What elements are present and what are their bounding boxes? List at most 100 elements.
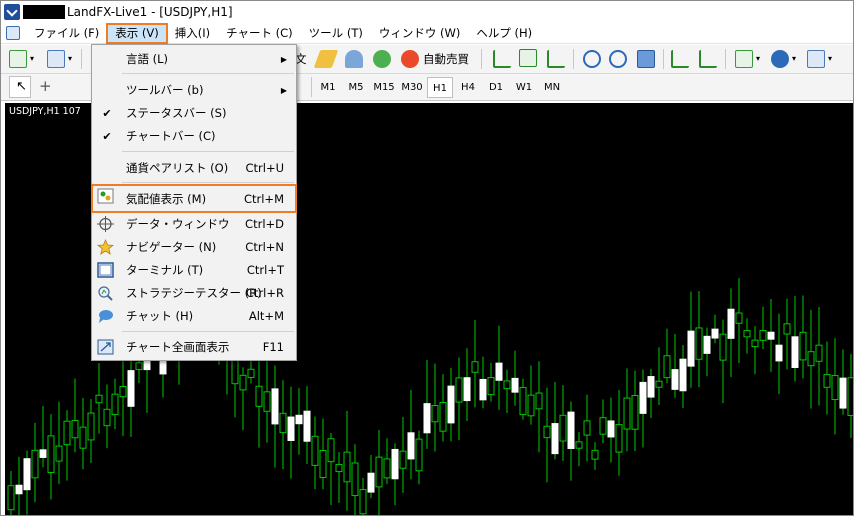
timeframe-w1-button[interactable]: W1: [511, 77, 537, 98]
candle-body: [471, 361, 479, 373]
signals-icon[interactable]: [373, 50, 391, 68]
fullscreen-icon: [97, 339, 114, 355]
candle-body: [295, 414, 303, 425]
menu-tools[interactable]: ツール (T): [301, 24, 371, 43]
chart-shift-icon[interactable]: [699, 50, 717, 68]
document-menu-icon[interactable]: [6, 26, 20, 40]
candle-body: [567, 411, 575, 449]
indicators-icon[interactable]: [735, 50, 753, 68]
candle-body: [703, 335, 711, 354]
new-chart-icon[interactable]: [9, 50, 27, 68]
menu-item-shortcut: Ctrl+U: [245, 161, 284, 175]
candle-body: [463, 377, 471, 402]
timeframe-m1-button[interactable]: M1: [315, 77, 341, 98]
menu-file[interactable]: ファイル (F): [26, 24, 107, 43]
auto-scroll-icon[interactable]: [671, 50, 689, 68]
menu-item-fullscreen[interactable]: チャート全画面表示 F11: [92, 336, 296, 358]
timeframe-mn-button[interactable]: MN: [539, 77, 565, 98]
dropdown-arrow-icon[interactable]: ▾: [30, 50, 34, 68]
line-chart-icon[interactable]: [547, 50, 565, 68]
app-logo-icon: [4, 4, 20, 20]
menu-item-toolbars[interactable]: ツールバー (b) ▶: [92, 79, 296, 101]
candle-body: [343, 451, 351, 483]
candle-body: [455, 377, 463, 403]
menu-separator: [122, 151, 294, 152]
menu-item-label: ストラテジーテスター (R): [126, 286, 262, 300]
candle-body: [271, 388, 279, 425]
menu-item-data-window[interactable]: データ・ウィンドウ Ctrl+D: [92, 213, 296, 235]
menu-item-language[interactable]: 言語 (L) ▶: [92, 48, 296, 70]
menu-bar: ファイル (F) 表示 (V) 挿入(I) チャート (C) ツール (T) ウ…: [1, 22, 853, 44]
menu-item-label: データ・ウィンドウ: [126, 217, 230, 231]
menu-item-symbols[interactable]: 通貨ペアリスト (O) Ctrl+U: [92, 157, 296, 179]
timeframe-m15-button[interactable]: M15: [371, 77, 397, 98]
menu-item-terminal[interactable]: ターミナル (T) Ctrl+T: [92, 259, 296, 281]
templates-icon[interactable]: [807, 50, 825, 68]
zoom-out-icon[interactable]: [609, 50, 627, 68]
timeframe-m5-button[interactable]: M5: [343, 77, 369, 98]
menu-item-label: ナビゲーター (N): [126, 240, 217, 254]
menu-item-status-bar[interactable]: ✔ ステータスバー (S): [92, 102, 296, 124]
candle-body: [487, 377, 495, 396]
menu-item-label: 気配値表示 (M): [126, 191, 207, 206]
candle-body: [615, 424, 623, 453]
candle-body: [831, 375, 839, 401]
dropdown-arrow-icon[interactable]: ▾: [68, 50, 72, 68]
zoom-in-icon[interactable]: [583, 50, 601, 68]
dropdown-arrow-icon[interactable]: ▾: [756, 50, 760, 68]
candle-body: [663, 355, 671, 379]
candle-body: [695, 327, 703, 360]
autotrade-label[interactable]: 自動売買: [423, 50, 469, 68]
crosshair-tool-icon[interactable]: +: [39, 77, 52, 95]
menu-item-chart-bar[interactable]: ✔ チャートバー (C): [92, 125, 296, 147]
menu-help[interactable]: ヘルプ (H): [468, 24, 540, 43]
user-icon[interactable]: [345, 50, 363, 68]
candle-body: [647, 376, 655, 398]
candle-body: [511, 377, 519, 393]
candle-body: [239, 374, 247, 391]
cursor-tool-button[interactable]: ↖: [9, 76, 31, 98]
bar-chart-icon[interactable]: [493, 50, 511, 68]
menu-chart[interactable]: チャート (C): [218, 24, 301, 43]
menu-view[interactable]: 表示 (V): [106, 22, 168, 44]
candle-body: [575, 441, 583, 449]
candle-body: [815, 344, 823, 362]
candle-body: [319, 449, 327, 479]
autotrade-icon[interactable]: [401, 50, 419, 68]
menu-item-label: ステータスバー (S): [126, 106, 227, 120]
candle-body: [303, 410, 311, 442]
period-clock-icon[interactable]: [771, 50, 789, 68]
menu-window[interactable]: ウィンドウ (W): [371, 24, 469, 43]
dropdown-arrow-icon[interactable]: ▾: [828, 50, 832, 68]
metaeditor-icon[interactable]: [313, 50, 339, 68]
candle-body: [719, 333, 727, 361]
candle-body: [751, 339, 759, 348]
candle-body: [7, 485, 15, 511]
candlestick-icon[interactable]: [519, 49, 537, 67]
menu-item-chat[interactable]: チャット (H) Alt+M: [92, 305, 296, 327]
menu-item-market-watch[interactable]: 気配値表示 (M) Ctrl+M: [91, 184, 297, 213]
menu-item-shortcut: Ctrl+D: [245, 217, 284, 231]
candle-body: [655, 380, 663, 388]
candle-body: [263, 391, 271, 412]
timeframe-h4-button[interactable]: H4: [455, 77, 481, 98]
profiles-icon[interactable]: [47, 50, 65, 68]
candle-body: [559, 414, 567, 442]
candle-body: [799, 331, 807, 361]
menu-item-navigator[interactable]: ナビゲーター (N) Ctrl+N: [92, 236, 296, 258]
candle-body: [399, 450, 407, 469]
timeframe-h1-button[interactable]: H1: [427, 77, 453, 98]
candle-body: [535, 392, 543, 410]
tile-windows-icon[interactable]: [637, 50, 655, 68]
candle-body: [135, 362, 143, 371]
candle-body: [327, 438, 335, 463]
timeframe-m30-button[interactable]: M30: [399, 77, 425, 98]
candle-body: [31, 449, 39, 479]
menu-item-strategy-tester[interactable]: ストラテジーテスター (R) Ctrl+R: [92, 282, 296, 304]
submenu-arrow-icon: ▶: [280, 85, 287, 95]
candle-body: [839, 377, 847, 409]
timeframe-d1-button[interactable]: D1: [483, 77, 509, 98]
candle-body: [47, 435, 55, 473]
menu-insert[interactable]: 挿入(I): [167, 24, 218, 43]
dropdown-arrow-icon[interactable]: ▾: [792, 50, 796, 68]
